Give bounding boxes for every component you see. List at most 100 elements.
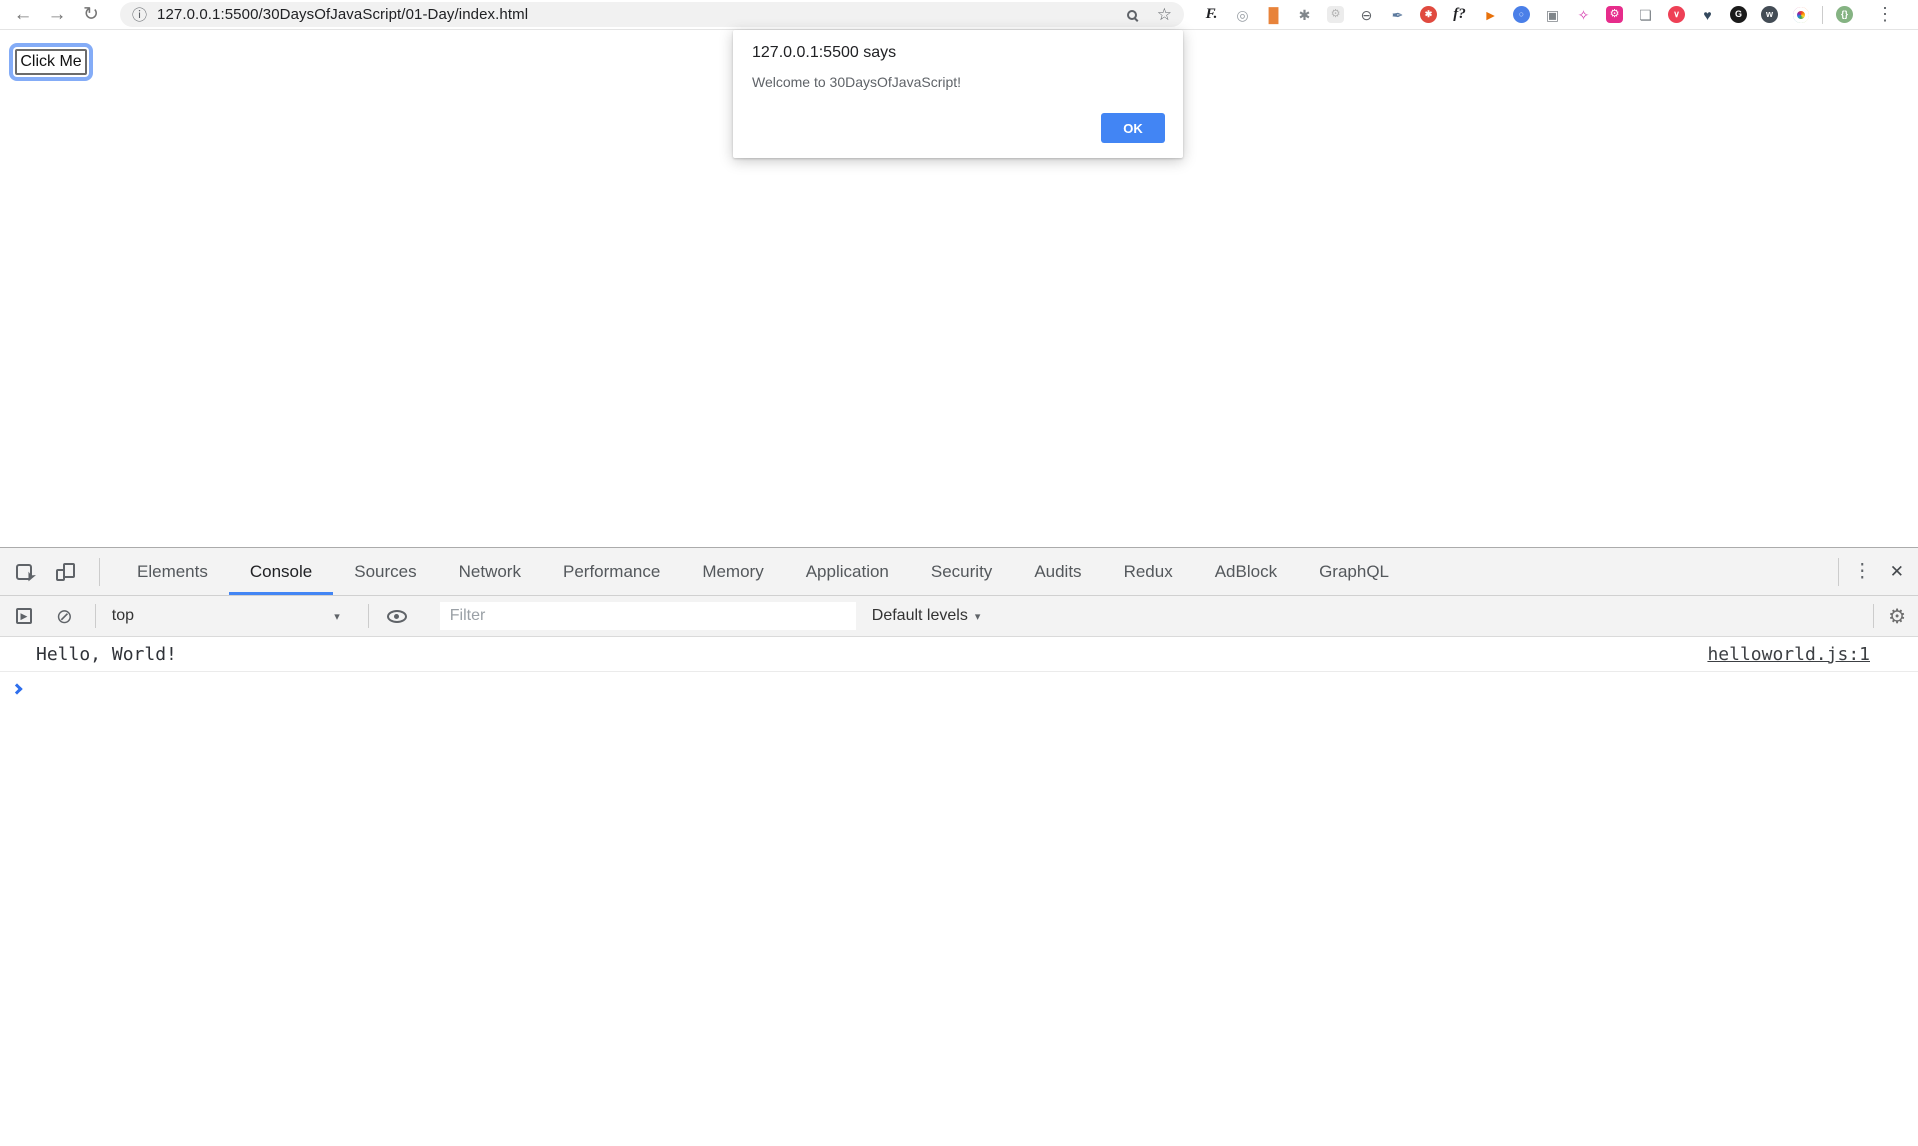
phone-shape: [56, 569, 65, 581]
rainbow-ring-extension-icon[interactable]: [1785, 7, 1816, 23]
back-icon[interactable]: ←: [10, 5, 36, 24]
alert-title: 127.0.0.1:5500 says: [752, 44, 896, 62]
extensions-row: F. ◎ ▐▌ ✱ ⚙ ⊖ ✒ ✱ f? ► ○ ▣ ✧ ⚙ ❏ ∨ ♥ Gw {}: [1196, 6, 1860, 24]
alert-dialog: 127.0.0.1:5500 says Welcome to 30DaysOfJ…: [733, 30, 1183, 158]
pink-crystal-extension-icon-glyph: ✧: [1578, 8, 1590, 22]
console-toolbar-right: ⚙: [1851, 604, 1918, 629]
g-ring-extension-icon[interactable]: G: [1723, 6, 1754, 23]
eyedropper-extension-icon-glyph: ✒: [1392, 8, 1404, 22]
tab-application[interactable]: Application: [785, 548, 910, 595]
json-braces-extension-icon-glyph: {}: [1836, 6, 1853, 23]
lens-circle-extension-icon-glyph: ◎: [1236, 8, 1248, 22]
execution-context-value: top: [112, 607, 134, 625]
url-text[interactable]: 127.0.0.1:5500/30DaysOfJavaScript/01-Day…: [157, 6, 528, 23]
w-circle-extension-icon-glyph: w: [1761, 6, 1778, 23]
fonts-f-extension-icon[interactable]: F.: [1196, 7, 1227, 22]
console-settings-gear-icon[interactable]: ⚙: [1888, 604, 1906, 629]
alert-ok-button[interactable]: OK: [1101, 113, 1165, 143]
device-toolbar-icon[interactable]: [56, 563, 75, 581]
stop-hand-extension-icon-glyph: ✱: [1420, 6, 1437, 23]
console-prompt-row[interactable]: [0, 672, 1918, 706]
fonts-f-extension-icon-glyph: F.: [1206, 7, 1218, 22]
json-braces-extension-icon[interactable]: {}: [1829, 6, 1860, 23]
tab-audits[interactable]: Audits: [1013, 548, 1102, 595]
console-toolbar: ▶ ⊘ top ▾ Default levels ▾ ⚙: [0, 596, 1918, 637]
devtools-tabs: ElementsConsoleSourcesNetworkPerformance…: [116, 548, 1410, 595]
log-levels-label: Default levels: [872, 607, 968, 625]
disabled-gear-extension-icon-glyph: ⚙: [1327, 6, 1344, 23]
address-bar[interactable]: ⓘ 127.0.0.1:5500/30DaysOfJavaScript/01-D…: [120, 2, 1184, 27]
alert-message: Welcome to 30DaysOfJavaScript!: [752, 74, 961, 90]
devtools-tabbar-right: ⋮ ✕: [1838, 558, 1918, 586]
columns-extension-icon[interactable]: ▐▌: [1258, 8, 1289, 22]
devtools-close-icon[interactable]: ✕: [1886, 562, 1918, 582]
tab-adblock[interactable]: AdBlock: [1194, 548, 1298, 595]
console-prompt-chevron-icon: [11, 683, 22, 694]
pink-gear-extension-icon[interactable]: ⚙: [1599, 6, 1630, 23]
tab-graphql[interactable]: GraphQL: [1298, 548, 1410, 595]
blocks-extension-icon-glyph: ❏: [1639, 8, 1652, 22]
tab-network[interactable]: Network: [438, 548, 542, 595]
megaphone-extension-icon[interactable]: ►: [1475, 8, 1506, 22]
rainbow-ring-extension-icon-glyph: [1793, 7, 1809, 23]
console-toolbar-separator-2: [368, 604, 369, 628]
blocks-extension-icon[interactable]: ❏: [1630, 8, 1661, 22]
f-question-extension-icon-glyph: f?: [1453, 7, 1466, 22]
bug-extension-icon-glyph: ✱: [1299, 8, 1311, 22]
tab-memory[interactable]: Memory: [681, 548, 784, 595]
console-sidebar-toggle-icon[interactable]: ▶: [16, 608, 32, 624]
tab-sources[interactable]: Sources: [333, 548, 437, 595]
console-messages: Hello, World! helloworld.js:1: [0, 637, 1918, 672]
console-source-link[interactable]: helloworld.js:1: [1707, 644, 1870, 665]
tab-elements[interactable]: Elements: [116, 548, 229, 595]
heart-search-extension-icon[interactable]: ♥: [1692, 8, 1723, 22]
bug-extension-icon[interactable]: ✱: [1289, 8, 1320, 22]
eyedropper-extension-icon[interactable]: ✒: [1382, 8, 1413, 22]
forward-icon[interactable]: →: [44, 5, 70, 24]
clear-console-icon[interactable]: ⊘: [56, 604, 73, 629]
chevron-down-icon: ▾: [975, 610, 981, 623]
pink-gear-extension-icon-glyph: ⚙: [1606, 6, 1623, 23]
f-question-extension-icon[interactable]: f?: [1444, 7, 1475, 22]
tabbar-separator: [99, 558, 100, 586]
devtools-menu-icon[interactable]: ⋮: [1839, 560, 1886, 583]
camera-extension-icon-glyph: ▣: [1546, 8, 1559, 22]
extensions-separator: [1822, 6, 1823, 24]
pocket-extension-icon-glyph: ∨: [1668, 6, 1685, 23]
execution-context-select[interactable]: top ▾: [106, 607, 346, 625]
blue-swirl-extension-icon[interactable]: ○: [1506, 6, 1537, 23]
console-message-text: Hello, World!: [36, 644, 177, 665]
log-levels-select[interactable]: Default levels ▾: [872, 607, 981, 625]
console-message-row: Hello, World! helloworld.js:1: [0, 637, 1918, 672]
camera-extension-icon[interactable]: ▣: [1537, 8, 1568, 22]
w-circle-extension-icon[interactable]: w: [1754, 6, 1785, 23]
tab-redux[interactable]: Redux: [1103, 548, 1194, 595]
inspect-element-icon[interactable]: [16, 564, 32, 580]
zoom-magnifier-icon[interactable]: [1127, 10, 1137, 20]
tab-performance[interactable]: Performance: [542, 548, 681, 595]
bookmark-star-icon[interactable]: ☆: [1157, 5, 1172, 25]
lens-circle-extension-icon[interactable]: ◎: [1227, 8, 1258, 22]
pink-crystal-extension-icon[interactable]: ✧: [1568, 8, 1599, 22]
columns-extension-icon-glyph: ▐▌: [1264, 8, 1284, 22]
blue-swirl-extension-icon-glyph: ○: [1513, 6, 1530, 23]
disabled-gear-extension-icon[interactable]: ⚙: [1320, 6, 1351, 23]
click-me-button[interactable]: Click Me: [15, 49, 87, 75]
chevron-down-icon: ▾: [334, 610, 340, 623]
heart-search-extension-icon-glyph: ♥: [1703, 8, 1711, 22]
minus-circle-extension-icon-glyph: ⊖: [1361, 8, 1373, 22]
tab-security[interactable]: Security: [910, 548, 1013, 595]
devtools-panel: ElementsConsoleSourcesNetworkPerformance…: [0, 547, 1918, 1146]
site-info-icon[interactable]: ⓘ: [132, 4, 147, 25]
browser-menu-icon[interactable]: ⋮: [1870, 4, 1900, 25]
reload-icon[interactable]: ↻: [78, 5, 104, 24]
live-expression-eye-icon[interactable]: [387, 610, 407, 623]
devtools-tabbar: ElementsConsoleSourcesNetworkPerformance…: [0, 548, 1918, 596]
console-toolbar-separator-3: [1873, 604, 1874, 628]
stop-hand-extension-icon[interactable]: ✱: [1413, 6, 1444, 23]
megaphone-extension-icon-glyph: ►: [1484, 8, 1498, 22]
minus-circle-extension-icon[interactable]: ⊖: [1351, 8, 1382, 22]
pocket-extension-icon[interactable]: ∨: [1661, 6, 1692, 23]
tab-console[interactable]: Console: [229, 548, 333, 595]
console-filter-input[interactable]: [440, 602, 856, 630]
